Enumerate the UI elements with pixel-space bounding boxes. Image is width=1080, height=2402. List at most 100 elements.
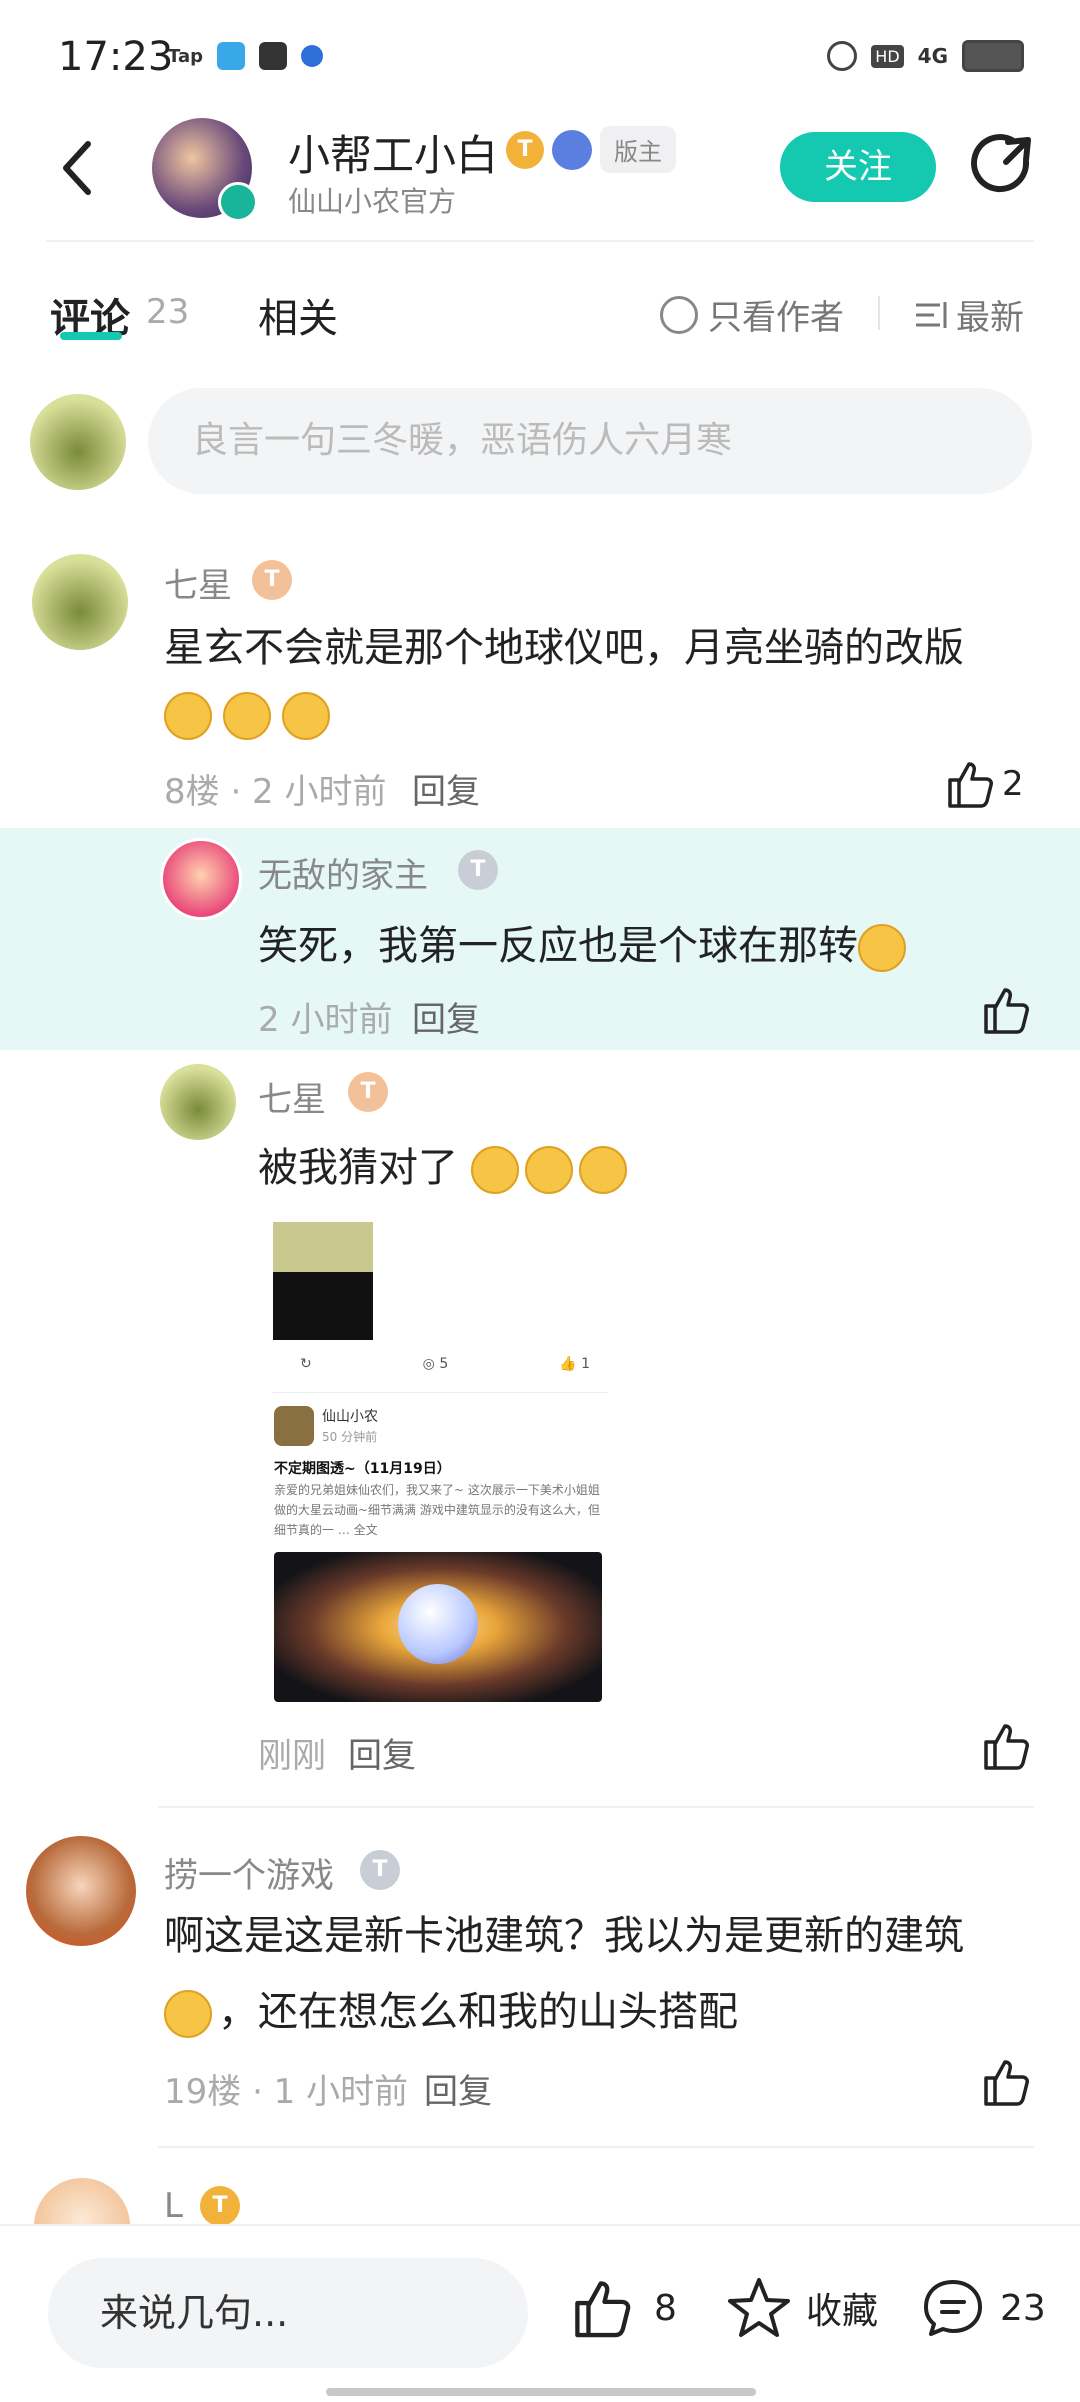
tab-indicator [60,332,122,340]
sort-icon [916,301,947,328]
sunglasses-emoji-icon [164,1990,212,2038]
reply-button[interactable]: 回复 [348,1728,416,1777]
sort-button[interactable]: 最新 [914,290,1024,339]
thumb-up-icon[interactable] [980,2056,1032,2108]
header-divider [46,240,1034,242]
post-like-count: 8 [654,2287,677,2329]
network-icon: 4G [917,44,948,68]
level-badge-icon: T [252,560,292,600]
status-right-icons: HD 4G [827,40,1024,72]
paw-icon [301,45,323,67]
comment-text-line2: ，还在想怎么和我的山头搭配 [164,1974,738,2050]
angry-emoji-icon [578,1146,627,1194]
angry-emoji-icon [470,1146,519,1194]
thumb-badge-icon [552,129,592,170]
image-comment-count: ◎ 5 [422,1356,449,1372]
emoji-row [164,692,336,740]
image-post-time: 50 分钟前 [322,1430,378,1444]
reply-meta: 2 小时前 [258,1000,393,1040]
comments-button[interactable]: 23 [920,2276,1046,2340]
star-icon [728,2278,790,2337]
author-name: 小帮工小白 [288,131,499,180]
tiktok-icon [259,42,287,70]
commenter-name[interactable]: L [164,2186,183,2226]
post-like-button[interactable]: 8 [570,2276,677,2340]
comment-entry-button[interactable]: 来说几句... [48,2258,528,2368]
author-subtitle: 仙山小农官方 [288,185,457,218]
favorite-label: 收藏 [806,2291,879,2332]
tabs-separator [878,296,880,330]
reply-avatar[interactable] [160,838,242,920]
verified-icon [218,182,258,222]
author-badges: T 版主 [506,126,676,173]
reply-button[interactable]: 回复 [412,764,480,813]
thumb-up-icon[interactable] [980,1720,1032,1772]
smile-emoji-icon [858,924,906,972]
battery-icon [962,40,1024,72]
moderator-tag: 版主 [600,126,676,173]
tap-icon: Tap [168,45,203,67]
image-divider [272,1392,608,1393]
commenter-name[interactable]: 七星 [164,558,232,607]
page-title: 小帮工小白 [288,122,498,183]
image-post-body: 亲爱的兄弟姐妹仙农们，我又来了~ 这次展示一下美术小姐姐做的大星云动画~细节满满… [274,1483,600,1537]
commenter-avatar[interactable] [32,554,128,650]
image-action-bar: ↻ ◎ 5 👍 1 [300,1356,590,1372]
reply-meta: 刚刚 [258,1736,326,1776]
comment-meta: 8楼 · 2 小时前 [164,772,387,812]
only-author-toggle[interactable]: 只看作者 [660,290,844,339]
thumb-up-icon[interactable] [980,984,1032,1036]
comment-count: 23 [1000,2287,1046,2329]
thumb-up-icon[interactable] [944,758,996,810]
comment-text: 啊这是这是新卡池建筑？我以为是更新的建筑 [164,1913,964,1959]
share-icon: ↻ [300,1356,312,1372]
comment-text: 星玄不会就是那个地球仪吧，月亮坐骑的改版 [164,625,964,671]
planet-image [398,1584,478,1664]
commenter-name[interactable]: 捞一个游戏 [164,1848,334,1897]
hd-icon: HD [871,44,904,68]
favorite-button[interactable]: 收藏 [726,2276,878,2340]
sort-label: 最新 [956,298,1024,338]
radio-circle-icon [660,295,698,334]
level-badge-icon: T [360,1850,400,1890]
reply-avatar[interactable] [160,1064,236,1140]
like-count: 2 [1002,764,1024,804]
reply-button[interactable]: 回复 [424,2064,492,2113]
laugh-emoji-icon [282,692,331,740]
back-icon[interactable] [52,128,102,208]
alarm-icon [827,41,858,71]
replier-name[interactable]: 七星 [258,1072,326,1121]
comment-bubble-icon [924,2280,982,2336]
commenter-avatar[interactable] [26,1836,136,1946]
laugh-emoji-icon [223,692,272,740]
my-avatar [30,394,126,490]
tab-related[interactable]: 相关 [258,286,338,344]
reply-button[interactable]: 回复 [412,992,480,1041]
level-badge-icon: T [458,850,498,890]
image-author-avatar [274,1406,314,1446]
home-indicator[interactable] [326,2388,756,2396]
level-badge-icon: T [506,130,544,169]
level-badge-icon: T [200,2186,240,2226]
thumb-up-icon [575,2281,631,2338]
image-author-name: 仙山小农 [322,1409,378,1425]
reply-text: 笑死，我第一反应也是个球在那转 [258,908,912,984]
radio-icon [217,42,245,70]
follow-button[interactable]: 关注 [780,132,936,202]
share-icon[interactable] [970,128,1040,198]
status-bar: 17:23 Tap HD 4G [0,0,1080,110]
comment-divider [158,1806,1034,1808]
comment-input[interactable]: 良言一句三冬暖，恶语伤人六月寒 [148,388,1032,494]
status-app-icons: Tap [168,42,323,70]
comments-count: 23 [146,292,190,332]
replier-name[interactable]: 无敌的家主 [258,848,428,897]
angry-emoji-icon [524,1146,573,1194]
reply-text: 被我猜对了 [258,1130,633,1206]
level-badge-icon: T [348,1072,388,1112]
laugh-emoji-icon [164,692,212,740]
comment-meta: 19楼 · 1 小时前 [164,2072,409,2112]
image-top-area [273,1222,373,1272]
only-author-label: 只看作者 [708,298,844,338]
status-time: 17:23 [58,34,174,80]
image-post-title: 不定期图透~（11月19日） [274,1461,451,1477]
